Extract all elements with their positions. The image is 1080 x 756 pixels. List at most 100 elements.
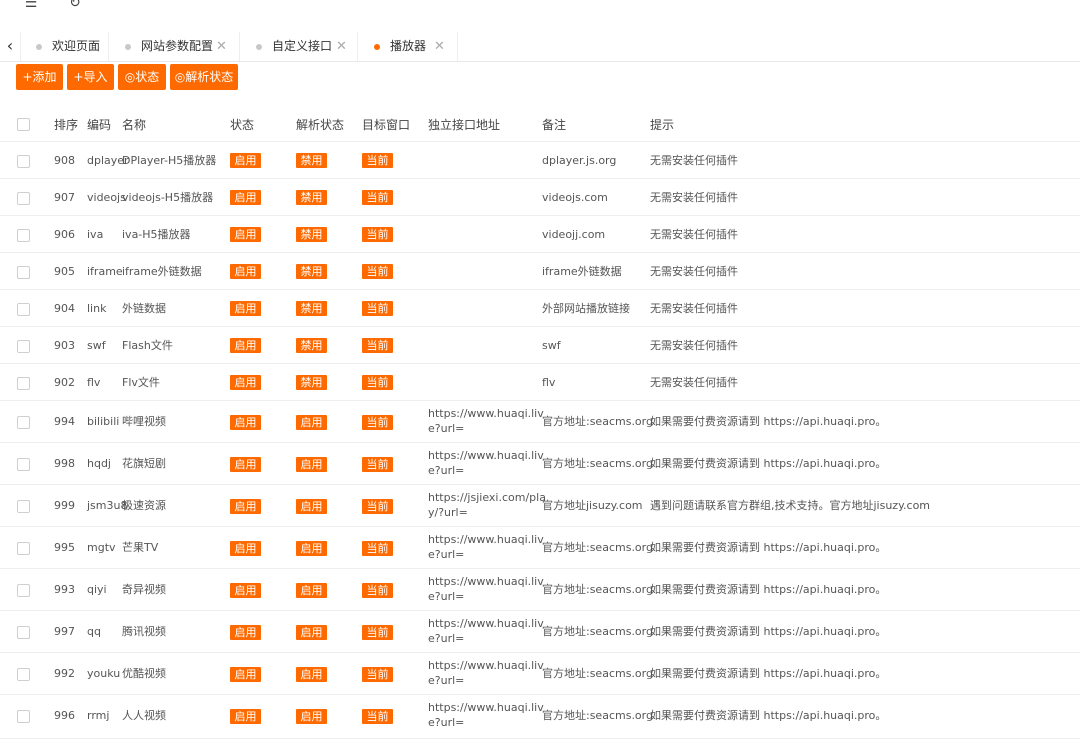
status-badge[interactable]: 启用 (230, 624, 261, 640)
parse-status-button[interactable]: ◎解析状态 (170, 64, 238, 90)
target-window-badge[interactable]: 当前 (362, 190, 393, 205)
row-checkbox[interactable] (17, 228, 30, 242)
parse-status-badge[interactable]: 启用 (296, 498, 327, 514)
parse-status-badge[interactable]: 禁用 (296, 190, 327, 205)
target-window-badge[interactable]: 当前 (362, 375, 393, 390)
row-checkbox[interactable] (17, 376, 30, 390)
tip-cell: 无需安装任何插件 (650, 338, 738, 352)
parse-status-badge[interactable]: 禁用 (296, 375, 327, 390)
row-checkbox[interactable] (17, 302, 30, 316)
name-cell: 优酷视频 (122, 667, 166, 680)
code-cell: flv (87, 375, 101, 389)
tip-cell: 如果需要付费资源请到 https://api.huaqi.pro。 (650, 625, 887, 638)
status-badge[interactable]: 启用 (230, 375, 261, 390)
status-badge[interactable]: 启用 (230, 190, 261, 205)
parse-status-badge[interactable]: 启用 (296, 540, 327, 556)
tab-label: 网站参数配置 (141, 39, 214, 53)
parse-status-badge[interactable]: 启用 (296, 414, 327, 430)
target-window-badge[interactable]: 当前 (362, 666, 393, 682)
close-icon[interactable]: ✕ (336, 32, 347, 61)
status-badge[interactable]: 启用 (230, 582, 261, 598)
name-cell: 奇异视频 (122, 583, 166, 596)
status-badge[interactable]: 启用 (230, 227, 261, 242)
name-cell: 花旗短剧 (122, 457, 166, 470)
parse-status-badge[interactable]: 启用 (296, 582, 327, 598)
api-url-cell: https://www.huaqi.live?url= (428, 407, 544, 435)
close-icon[interactable]: ✕ (216, 32, 227, 61)
select-all-checkbox[interactable] (17, 118, 30, 131)
row-checkbox[interactable] (17, 668, 30, 681)
status-badge[interactable]: 启用 (230, 414, 261, 430)
target-window-badge[interactable]: 当前 (362, 153, 393, 168)
target-window-badge[interactable]: 当前 (362, 624, 393, 640)
api-url-cell: https://www.huaqi.live?url= (428, 575, 544, 603)
target-window-badge[interactable]: 当前 (362, 227, 393, 242)
parse-status-badge[interactable]: 禁用 (296, 227, 327, 242)
status-badge[interactable]: 启用 (230, 264, 261, 279)
parse-status-badge[interactable]: 禁用 (296, 264, 327, 279)
name-cell: videojs-H5播放器 (122, 190, 214, 204)
target-window-badge[interactable]: 当前 (362, 498, 393, 514)
menu-toggle-icon[interactable]: ☰ (22, 0, 40, 12)
code-cell: swf (87, 338, 106, 352)
status-badge[interactable]: 启用 (230, 708, 261, 724)
tab-dot-icon (36, 44, 42, 50)
target-window-badge[interactable]: 当前 (362, 338, 393, 353)
row-checkbox[interactable] (17, 584, 30, 597)
row-checkbox[interactable] (17, 154, 30, 168)
row-checkbox[interactable] (17, 416, 30, 429)
target-window-badge[interactable]: 当前 (362, 540, 393, 556)
add-button[interactable]: +添加 (16, 64, 63, 90)
code-cell: bilibili (87, 415, 120, 428)
target-window-badge[interactable]: 当前 (362, 301, 393, 316)
status-badge[interactable]: 启用 (230, 338, 261, 353)
row-checkbox[interactable] (17, 710, 30, 723)
parse-status-badge[interactable]: 启用 (296, 666, 327, 682)
note-cell: 官方地址:seacms.org (542, 709, 653, 722)
status-badge[interactable]: 启用 (230, 301, 261, 316)
tab-scroll-left-icon[interactable]: ‹ (0, 32, 21, 61)
status-badge[interactable]: 启用 (230, 540, 261, 556)
refresh-icon[interactable]: ↻ (66, 0, 84, 12)
table-bottom-divider (0, 738, 1080, 739)
name-cell: 芒果TV (122, 541, 159, 554)
row-checkbox[interactable] (17, 500, 30, 513)
status-button[interactable]: ◎状态 (118, 64, 166, 90)
row-checkbox[interactable] (17, 191, 30, 205)
row-checkbox[interactable] (17, 626, 30, 639)
tab-site-config[interactable]: 网站参数配置 ✕ (109, 32, 240, 61)
tab-player[interactable]: 播放器 ✕ (358, 32, 458, 61)
target-window-badge[interactable]: 当前 (362, 414, 393, 430)
target-window-badge[interactable]: 当前 (362, 708, 393, 724)
parse-status-badge[interactable]: 启用 (296, 708, 327, 724)
parse-status-badge[interactable]: 启用 (296, 456, 327, 472)
table-header: 排序 编码 名称 状态 解析状态 目标窗口 独立接口地址 备注 提示 (0, 109, 1080, 141)
row-checkbox[interactable] (17, 458, 30, 471)
column-header: 独立接口地址 (428, 118, 501, 132)
parse-status-badge[interactable]: 禁用 (296, 338, 327, 353)
tab-custom-api[interactable]: 自定义接口 ✕ (240, 32, 358, 61)
column-header: 状态 (230, 118, 255, 132)
import-button[interactable]: +导入 (67, 64, 114, 90)
parse-status-badge[interactable]: 禁用 (296, 301, 327, 316)
table-row: 908 dplayer DPlayer-H5播放器 启用 禁用 当前 dplayer.js.… (0, 141, 1080, 178)
status-badge[interactable]: 启用 (230, 456, 261, 472)
close-icon[interactable]: ✕ (434, 32, 445, 61)
parse-status-badge[interactable]: 启用 (296, 624, 327, 640)
target-window-badge[interactable]: 当前 (362, 582, 393, 598)
tab-welcome[interactable]: 欢迎页面 (20, 32, 109, 61)
target-window-badge[interactable]: 当前 (362, 456, 393, 472)
row-checkbox[interactable] (17, 542, 30, 555)
table-row: 998 hqdj 花旗短剧 启用 启用 当前 https://www.huaqi.live?… (0, 442, 1080, 484)
row-checkbox[interactable] (17, 265, 30, 279)
target-window-badge[interactable]: 当前 (362, 264, 393, 279)
status-badge[interactable]: 启用 (230, 153, 261, 168)
tip-cell: 如果需要付费资源请到 https://api.huaqi.pro。 (650, 667, 887, 680)
status-badge[interactable]: 启用 (230, 666, 261, 682)
column-header: 排序 (54, 118, 79, 132)
parse-status-badge[interactable]: 禁用 (296, 153, 327, 168)
code-cell: rrmj (87, 709, 110, 722)
status-badge[interactable]: 启用 (230, 498, 261, 514)
row-checkbox[interactable] (17, 339, 30, 353)
tab-dot-icon (256, 44, 262, 50)
